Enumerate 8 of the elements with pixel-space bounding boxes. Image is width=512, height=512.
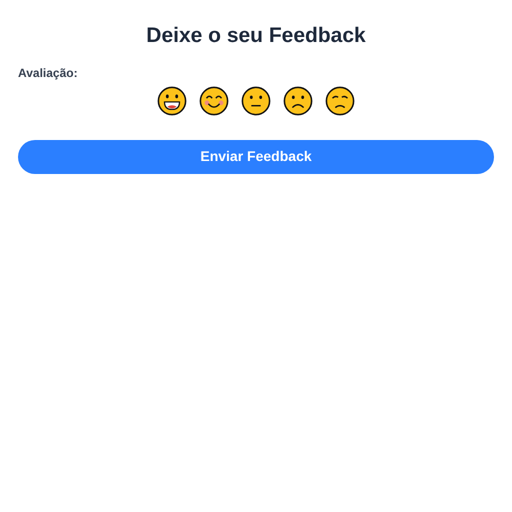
grinning-face-icon[interactable] (157, 86, 187, 116)
frowning-face-icon[interactable] (283, 86, 313, 116)
neutral-face-icon[interactable] (241, 86, 271, 116)
rating-label: Avaliação: (18, 64, 79, 82)
pensive-face-icon[interactable] (325, 86, 355, 116)
submit-button[interactable]: Enviar Feedback (18, 140, 494, 174)
smiling-face-icon[interactable] (199, 86, 229, 116)
form-title: Deixe o seu Feedback (145, 23, 367, 49)
